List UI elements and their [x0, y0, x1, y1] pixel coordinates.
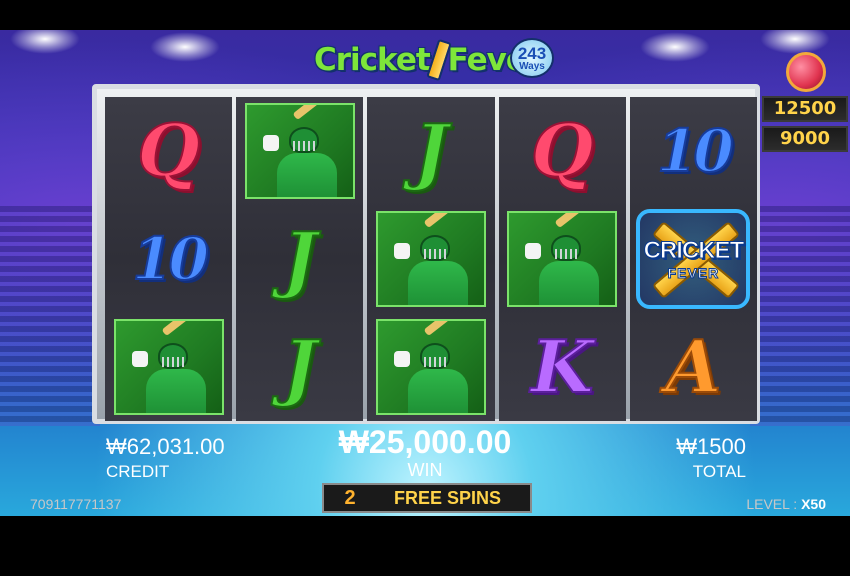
stadium-light: [640, 32, 710, 62]
symbol-j: J: [282, 216, 318, 301]
reel-cell: 10: [105, 205, 232, 313]
bottom-black-bar: [0, 516, 850, 576]
cricketer-symbol: [113, 319, 224, 415]
stadium-crowd-right: [750, 206, 850, 426]
reel-cell: Q: [105, 97, 232, 205]
level-value: X50: [801, 496, 826, 512]
reel-2: JJ: [236, 97, 364, 421]
stadium-light: [760, 30, 830, 54]
machine-id: 709117771137: [30, 496, 122, 512]
game-logo: Cricket Fever 243 Ways: [314, 36, 554, 84]
symbol-q: Q: [530, 108, 595, 193]
reel-cell: A: [630, 313, 757, 421]
cricketer-symbol: [376, 211, 486, 307]
ways-badge: 243 Ways: [510, 38, 554, 78]
wild-symbol: CRICKET FEVER: [630, 203, 756, 315]
stadium-light: [10, 30, 80, 54]
reel-cell: J: [236, 205, 363, 313]
jackpot-major: 12500: [762, 96, 848, 122]
ways-number: 243: [517, 43, 547, 63]
reel-cell: [367, 313, 494, 421]
reel-cell: CRICKET FEVER: [630, 205, 757, 313]
bet-level: LEVEL : X50: [746, 496, 826, 512]
ways-label: Ways: [519, 60, 545, 72]
reel-1: Q 10: [105, 97, 233, 421]
stadium-crowd-left: [0, 206, 100, 426]
reel-5: 10 CRICKET FEVER A: [629, 97, 758, 421]
reel-cell: [499, 205, 626, 313]
symbol-k: K: [530, 324, 595, 409]
cricket-ball-icon: [786, 52, 826, 92]
symbol-q: Q: [136, 108, 201, 193]
symbol-a: A: [664, 324, 722, 409]
stadium-light: [150, 32, 220, 62]
top-black-bar: [0, 0, 850, 30]
win-label: WIN: [407, 460, 443, 480]
logo-word-1: Cricket: [314, 42, 431, 78]
reel-cell: [367, 205, 494, 313]
reel-cell: 10: [630, 97, 757, 205]
level-label: LEVEL :: [746, 496, 798, 512]
reel-grid: Q 10 J J J Q K 10 CRICKET FEVER A: [105, 97, 758, 421]
reel-cell: J: [236, 313, 363, 421]
credit-label: CREDIT: [106, 462, 170, 481]
reel-cell: [236, 97, 363, 205]
free-spins-label: FREE SPINS: [394, 487, 502, 508]
total-bet-label: TOTAL: [692, 462, 746, 481]
reel-frame: Q 10 J J J Q K 10 CRICKET FEVER A: [92, 84, 760, 424]
total-bet-value: ₩1500: [676, 434, 746, 459]
cricketer-symbol: [244, 103, 355, 199]
symbol-10: 10: [131, 225, 210, 293]
symbol-j: J: [413, 108, 449, 193]
reel-3: J: [367, 97, 495, 421]
reel-cell: Q: [499, 97, 626, 205]
reel-4: QK: [498, 97, 626, 421]
win-value: ₩25,000.00: [338, 424, 512, 460]
jackpot-minor: 9000: [762, 126, 848, 152]
free-spins-counter: 2 FREE SPINS: [322, 483, 532, 513]
wild-text-2: FEVER: [667, 265, 720, 282]
cricketer-symbol: [376, 319, 486, 415]
credit-value: ₩62,031.00: [106, 434, 225, 459]
symbol-10: 10: [656, 117, 735, 185]
reel-cell: K: [499, 313, 626, 421]
free-spins-count: 2: [344, 486, 356, 509]
wild-text-1: CRICKET: [643, 237, 745, 265]
symbol-j: J: [282, 324, 318, 409]
reel-cell: [105, 313, 232, 421]
cricketer-symbol: [507, 211, 618, 307]
reel-cell: J: [367, 97, 494, 205]
